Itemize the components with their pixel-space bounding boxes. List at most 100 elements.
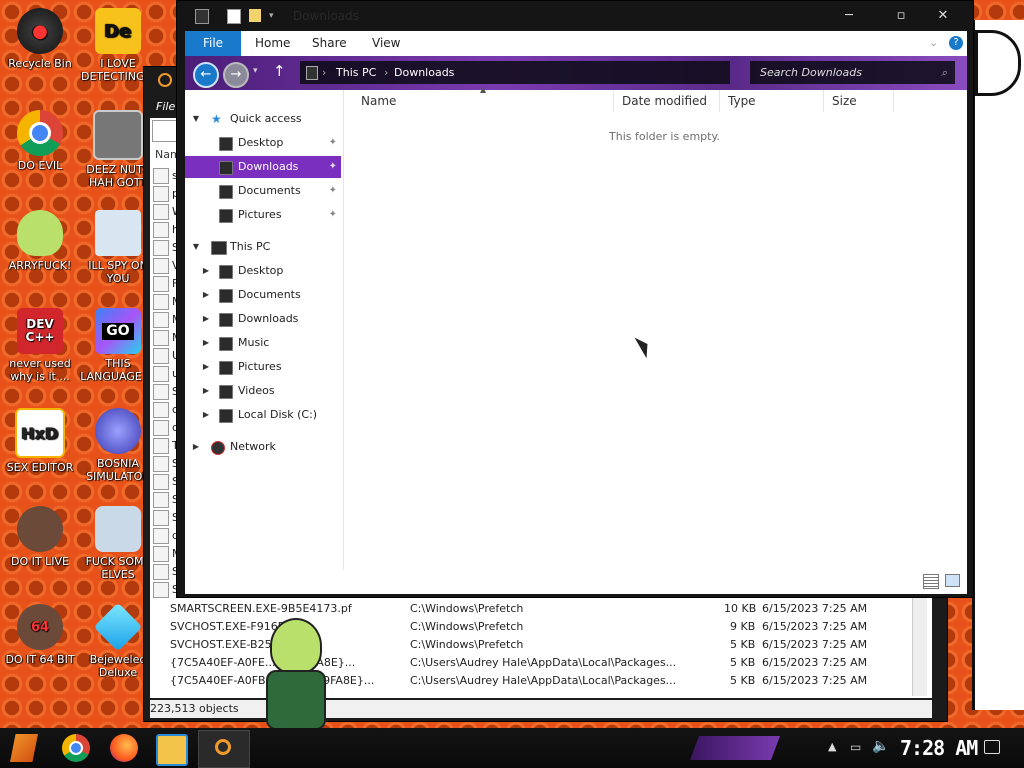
column-type[interactable]: Type: [720, 90, 824, 112]
tab-home[interactable]: Home: [245, 31, 300, 56]
nav-network[interactable]: ▶ Network: [185, 436, 341, 458]
background-file-fragment[interactable]: S: [153, 564, 179, 580]
column-size[interactable]: Size: [824, 90, 894, 112]
column-name[interactable]: Name: [353, 90, 614, 112]
background-file-fragment[interactable]: S: [153, 384, 179, 400]
pin-icon[interactable]: ✦: [329, 132, 337, 154]
nav-pc-downloads[interactable]: ▶ Downloads: [185, 308, 341, 330]
desktop-icon-devcpp[interactable]: DEV C++ never used why is it ...: [0, 308, 80, 383]
background-file-fragment[interactable]: c: [153, 402, 178, 418]
pin-icon[interactable]: ✦: [329, 156, 337, 178]
nav-quick-documents[interactable]: Documents ✦: [185, 180, 341, 202]
collapse-arrow-icon[interactable]: ▼: [191, 108, 201, 130]
background-file-fragment[interactable]: F: [153, 276, 178, 292]
title-bar[interactable]: ▾ Downloads ─ ▫ ✕: [177, 1, 973, 31]
address-bar[interactable]: › This PC › Downloads: [300, 61, 730, 84]
details-view-icon[interactable]: [923, 574, 939, 589]
nav-pc-music[interactable]: ▶ Music: [185, 332, 341, 354]
expand-arrow-icon[interactable]: ▶: [201, 380, 211, 402]
ribbon-expand-icon[interactable]: ⌄: [929, 36, 938, 49]
tab-file[interactable]: File: [185, 31, 241, 56]
minimize-button[interactable]: ─: [831, 5, 867, 27]
pin-icon[interactable]: ✦: [329, 180, 337, 202]
desktop-icon-chrome[interactable]: DO EVIL: [0, 110, 80, 172]
breadcrumb-downloads[interactable]: Downloads: [394, 61, 454, 84]
background-file-fragment[interactable]: T: [153, 438, 179, 454]
back-button[interactable]: ←: [193, 62, 219, 88]
pin-icon[interactable]: ✦: [329, 204, 337, 226]
breadcrumb-this-pc[interactable]: This PC: [336, 61, 376, 84]
file-list[interactable]: ▲ Name Date modified Type Size This fold…: [345, 85, 967, 570]
desktop-icon-arryfuck[interactable]: ARRYFUCK!: [0, 210, 80, 272]
nav-quick-pictures[interactable]: Pictures ✦: [185, 204, 341, 226]
desktop-icon-hxd[interactable]: HxD SEX EDITOR: [0, 408, 80, 474]
nav-quick-access[interactable]: ▼ ★ Quick access: [185, 108, 341, 130]
collapse-arrow-icon[interactable]: ▼: [191, 236, 201, 258]
background-file-fragment[interactable]: S: [153, 492, 179, 508]
nav-quick-downloads[interactable]: Downloads ✦: [185, 156, 341, 178]
background-file-fragment[interactable]: W: [153, 204, 183, 220]
desktop-icon-recycle-bin[interactable]: ● Recycle Bin: [0, 8, 80, 70]
expand-arrow-icon[interactable]: ▶: [201, 260, 211, 282]
background-file-fragment[interactable]: c: [153, 420, 178, 436]
firefox-taskbar-icon[interactable]: [110, 734, 138, 762]
expand-arrow-icon[interactable]: ▶: [201, 308, 211, 330]
show-hidden-icons[interactable]: ▲: [828, 740, 836, 753]
background-file-fragment[interactable]: S: [153, 474, 179, 490]
chrome-taskbar-icon[interactable]: [62, 734, 90, 762]
volume-tray-icon[interactable]: 🔈: [872, 738, 889, 754]
tab-view[interactable]: View: [362, 31, 410, 56]
desktop-icon-do-it-live[interactable]: DO IT LIVE: [0, 506, 80, 568]
recent-locations-icon[interactable]: ▾: [253, 66, 258, 76]
expand-arrow-icon[interactable]: ▶: [201, 356, 211, 378]
nav-pc-documents[interactable]: ▶ Documents: [185, 284, 341, 306]
search-box[interactable]: Search Downloads ⌕: [750, 61, 955, 84]
up-button[interactable]: ↑: [273, 62, 286, 80]
tab-share[interactable]: Share: [302, 31, 357, 56]
background-file-fragment[interactable]: V: [153, 258, 180, 274]
nav-quick-desktop[interactable]: Desktop ✦: [185, 132, 341, 154]
background-file-fragment[interactable]: s: [153, 168, 178, 184]
background-file-fragment[interactable]: M: [153, 312, 182, 328]
background-scrollbar[interactable]: [912, 598, 927, 696]
expand-arrow-icon[interactable]: ▶: [191, 436, 201, 458]
new-folder-icon[interactable]: [249, 9, 261, 22]
background-file-fragment[interactable]: h: [153, 222, 179, 238]
column-date-modified[interactable]: Date modified: [614, 90, 720, 112]
explorer-window[interactable]: ▾ Downloads ─ ▫ ✕ File Home Share View ⌄…: [176, 0, 974, 598]
background-file-fragment[interactable]: U: [153, 348, 180, 364]
file-explorer-taskbar-icon[interactable]: [156, 734, 188, 766]
expand-arrow-icon[interactable]: ▶: [201, 332, 211, 354]
properties-icon[interactable]: [227, 9, 241, 24]
background-file-fragment[interactable]: d: [153, 528, 179, 544]
background-file-fragment[interactable]: S: [153, 582, 179, 598]
background-window-menu-file[interactable]: File: [156, 100, 175, 113]
background-file-fragment[interactable]: M: [153, 330, 182, 346]
desktop-icon-64bit[interactable]: 64 DO IT 64 BIT: [0, 604, 80, 666]
background-file-fragment[interactable]: S: [153, 240, 179, 256]
background-file-fragment[interactable]: S: [153, 456, 179, 472]
background-file-fragment[interactable]: u: [153, 366, 179, 382]
help-icon[interactable]: ?: [949, 36, 963, 50]
notifications-icon[interactable]: [984, 740, 1000, 754]
expand-arrow-icon[interactable]: ▶: [201, 284, 211, 306]
search-taskbar-button[interactable]: [198, 730, 250, 768]
start-button[interactable]: [10, 734, 38, 762]
background-file-fragment[interactable]: M: [153, 294, 182, 310]
nav-pc-desktop[interactable]: ▶ Desktop: [185, 260, 341, 282]
nav-pc-videos[interactable]: ▶ Videos: [185, 380, 341, 402]
nav-this-pc[interactable]: ▼ This PC: [185, 236, 341, 258]
taskbar-clock[interactable]: 7:28 AM: [900, 736, 978, 760]
maximize-button[interactable]: ▫: [883, 5, 919, 27]
nav-pc-pictures[interactable]: ▶ Pictures: [185, 356, 341, 378]
background-file-fragment[interactable]: M: [153, 546, 182, 562]
background-file-fragment[interactable]: p: [153, 186, 179, 202]
forward-button[interactable]: →: [223, 62, 249, 88]
close-button[interactable]: ✕: [925, 5, 961, 27]
network-tray-icon[interactable]: ▭: [850, 740, 861, 754]
navigation-pane[interactable]: ▼ ★ Quick access Desktop ✦ Downloads ✦ Docum…: [185, 90, 344, 570]
large-icons-view-icon[interactable]: [945, 574, 960, 587]
nav-pc-local-disk[interactable]: ▶ Local Disk (C:): [185, 404, 341, 426]
expand-arrow-icon[interactable]: ▶: [201, 404, 211, 426]
background-row[interactable]: SMARTSCREEN.EXE-9B5E4173.pf C:\Windows\Pr…: [152, 599, 912, 617]
